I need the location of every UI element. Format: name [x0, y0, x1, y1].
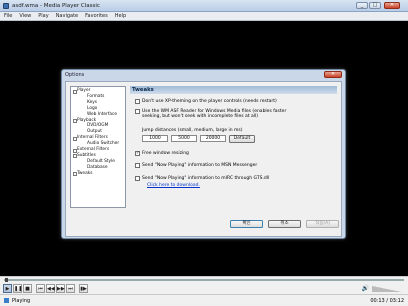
free-resize-checkbox[interactable]: ✓ [135, 151, 140, 156]
play-button[interactable]: ▶ [3, 283, 12, 293]
ok-button[interactable]: 확인 [230, 220, 263, 228]
app-icon [3, 2, 9, 9]
status-text: Playing [12, 297, 31, 304]
dialog-close-button[interactable]: ✕ [324, 71, 342, 78]
panel-title: Tweaks [130, 86, 337, 94]
menu-file[interactable]: File [4, 13, 12, 19]
status-bar: Playing 00:13 / 03:12 [0, 294, 408, 306]
playback-controls: ▶ ❚❚ ■ ⏮ ◀◀ ▶▶ ⏭ ▮▶ [0, 282, 408, 294]
menu-help[interactable]: Help [115, 13, 126, 19]
tree-item-subtitles[interactable]: Subtitles [73, 153, 123, 159]
option-wm-asf[interactable]: Use the WM ASF Reader for Windows Media … [135, 109, 300, 119]
pause-button[interactable]: ❚❚ [13, 283, 22, 293]
forward-button[interactable]: ▶▶ [56, 283, 65, 293]
mirc-checkbox[interactable] [135, 176, 140, 181]
xp-theming-checkbox[interactable] [135, 99, 140, 104]
jump-large-input[interactable]: 20000 [200, 135, 226, 142]
next-button[interactable]: ⏭ [66, 283, 75, 293]
seek-track[interactable] [4, 278, 404, 283]
previous-button[interactable]: ⏮ [36, 283, 45, 293]
close-button[interactable]: ✕ [384, 2, 400, 9]
msn-checkbox[interactable] [135, 163, 140, 168]
time-display: 00:13 / 03:12 [370, 298, 404, 304]
frame-step-button[interactable]: ▮▶ [79, 283, 88, 293]
options-dialog: Options ✕ Player Formats Keys Logo Web I… [61, 69, 346, 239]
xp-theming-label: Don't use XP-theming on the player contr… [142, 99, 277, 104]
menu-play[interactable]: Play [38, 13, 48, 19]
maximize-button[interactable]: □ [369, 2, 381, 9]
option-free-resize[interactable]: ✓ Free window resizing [135, 151, 285, 156]
wm-asf-label: Use the WM ASF Reader for Windows Media … [142, 109, 287, 119]
title-bar: asdf.wma - Media Player Classic _ □ ✕ [0, 0, 408, 12]
window-title: asdf.wma - Media Player Classic [12, 2, 100, 9]
menu-view[interactable]: View [19, 13, 31, 19]
volume-slider[interactable] [372, 285, 402, 292]
msn-label: Send "Now Playing" information to MSN Me… [142, 163, 258, 168]
stop-button[interactable]: ■ [23, 283, 32, 293]
minimize-button[interactable]: _ [356, 2, 368, 9]
status-icon [4, 298, 9, 303]
option-msn[interactable]: Send "Now Playing" information to MSN Me… [135, 163, 325, 168]
tree-item-tweaks[interactable]: Tweaks [73, 171, 123, 177]
tweaks-panel: Tweaks Don't use XP-theming on the playe… [130, 86, 337, 208]
option-xp-theming[interactable]: Don't use XP-theming on the player contr… [135, 99, 335, 104]
mirc-label: Send "Now Playing" information to mIRC t… [142, 176, 270, 181]
options-tree[interactable]: Player Formats Keys Logo Web Interface P… [70, 86, 126, 208]
menu-navigate[interactable]: Navigate [56, 13, 78, 19]
speaker-icon[interactable]: 🔊 [362, 285, 369, 292]
download-link[interactable]: Click here to download. [147, 183, 200, 188]
rewind-button[interactable]: ◀◀ [46, 283, 55, 293]
volume-control[interactable]: 🔊 [362, 285, 402, 292]
tree-item-playback[interactable]: Playback [73, 118, 123, 124]
tree-item-player[interactable]: Player [73, 88, 123, 94]
cancel-button[interactable]: 취소 [268, 220, 301, 228]
dialog-body: Player Formats Keys Logo Web Interface P… [65, 81, 342, 237]
dialog-title: Options [65, 72, 85, 78]
apply-button[interactable]: 적용(A) [306, 220, 339, 228]
menu-favorites[interactable]: Favorites [85, 13, 108, 19]
option-mirc[interactable]: Send "Now Playing" information to mIRC t… [135, 176, 325, 181]
wm-asf-checkbox[interactable] [135, 109, 140, 114]
default-button[interactable]: Default [229, 135, 255, 143]
tree-item-internal-filters[interactable]: Internal Filters [73, 135, 123, 141]
jump-small-input[interactable]: 1000 [142, 135, 168, 142]
jump-medium-input[interactable]: 5000 [171, 135, 197, 142]
free-resize-label: Free window resizing [142, 151, 189, 156]
menu-bar: File View Play Navigate Favorites Help [0, 12, 408, 21]
jump-distances-label: Jump distances (small, medium, large in … [142, 128, 243, 133]
